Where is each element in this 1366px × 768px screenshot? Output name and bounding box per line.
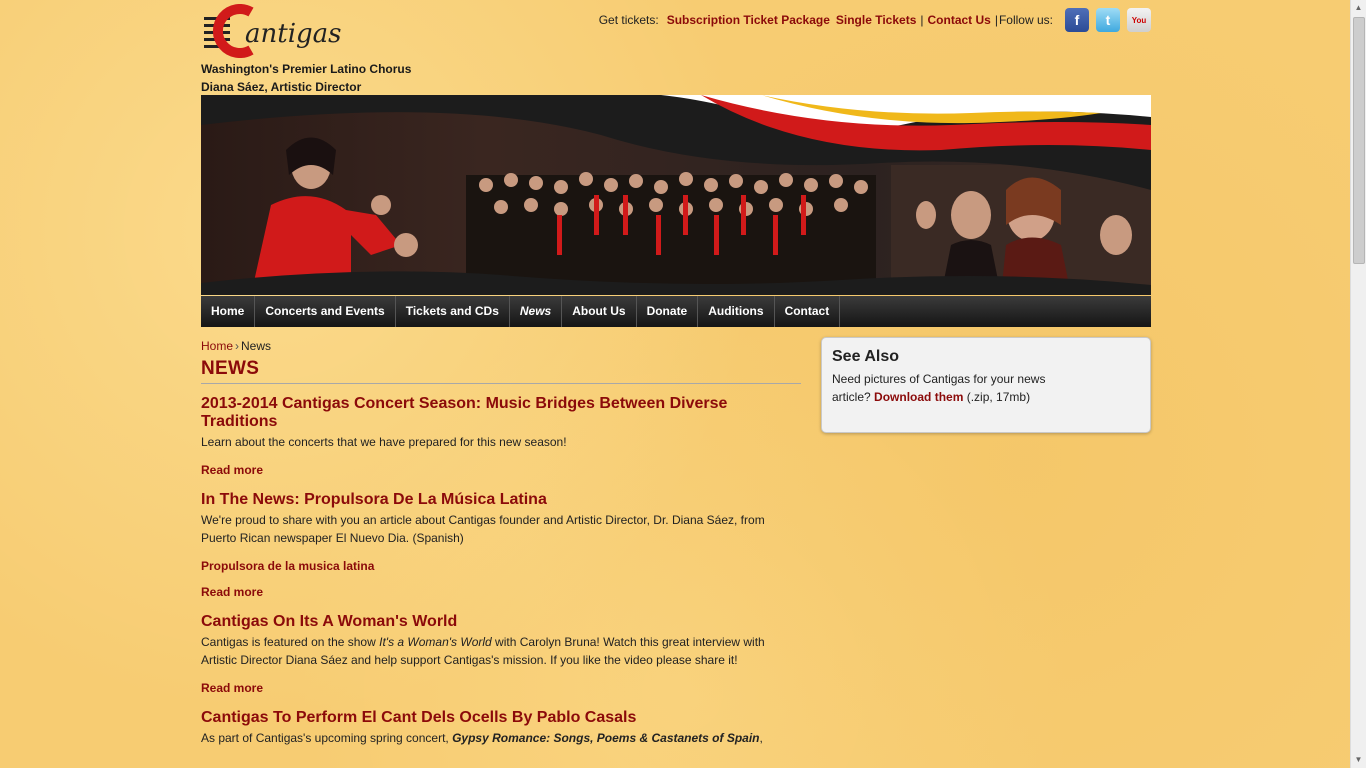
top-links: Get tickets: Subscription Ticket Package… xyxy=(599,7,1151,33)
single-tickets-link[interactable]: Single Tickets xyxy=(836,13,916,27)
read-more-link[interactable]: Read more xyxy=(201,681,801,695)
svg-text:antigas: antigas xyxy=(245,19,342,49)
breadcrumb-home[interactable]: Home xyxy=(201,339,233,353)
nav-donate[interactable]: Donate xyxy=(637,296,699,327)
news-post-title[interactable]: Cantigas To Perform El Cant Dels Ocells … xyxy=(201,709,801,727)
tagline-chorus: Washington's Premier Latino Chorus xyxy=(201,62,412,76)
news-post-title[interactable]: Cantigas On Its A Woman's World xyxy=(201,613,801,631)
banner-image xyxy=(201,95,1151,295)
tagline: Washington's Premier Latino Chorus Diana… xyxy=(201,60,411,96)
news-post-title-link[interactable]: In The News: Propulsora De La Música Lat… xyxy=(201,491,547,508)
body-text: As part of Cantigas's upcoming spring co… xyxy=(201,731,453,745)
body-text: Cantigas is featured on the show xyxy=(201,635,380,649)
scrollbar-thumb[interactable] xyxy=(1353,17,1365,264)
choir-group xyxy=(466,172,876,285)
news-post: Cantigas To Perform El Cant Dels Ocells … xyxy=(201,709,801,747)
see-also-text-post: (.zip, 17mb) xyxy=(963,390,1031,404)
news-post-title[interactable]: 2013-2014 Cantigas Concert Season: Music… xyxy=(201,395,801,431)
news-post: Cantigas On Its A Woman's World Cantigas… xyxy=(201,613,801,695)
facebook-icon[interactable]: f xyxy=(1065,8,1089,32)
news-post-title-link[interactable]: Cantigas To Perform El Cant Dels Ocells … xyxy=(201,709,636,726)
news-post-body: We're proud to share with you an article… xyxy=(201,513,765,545)
separator: | xyxy=(920,13,924,27)
news-post-body: As part of Cantigas's upcoming spring co… xyxy=(201,729,801,747)
title-divider xyxy=(201,383,801,384)
audience-group xyxy=(891,165,1151,295)
article-link[interactable]: Propulsora de la musica latina xyxy=(201,559,801,573)
nav-home[interactable]: Home xyxy=(201,296,256,327)
see-also-text: Need pictures of Cantigas for your news … xyxy=(832,370,1062,406)
breadcrumb: Home › News xyxy=(201,339,801,353)
page-title: NEWS xyxy=(201,358,260,379)
main-nav: Home Concerts and Events Tickets and CDs… xyxy=(201,296,1151,327)
read-more-link[interactable]: Read more xyxy=(201,463,801,477)
body-text: , xyxy=(759,731,763,745)
subscription-ticket-link[interactable]: Subscription Ticket Package xyxy=(667,13,830,27)
contact-us-link[interactable]: Contact Us xyxy=(928,13,991,27)
news-post: 2013-2014 Cantigas Concert Season: Music… xyxy=(201,395,801,477)
vertical-scrollbar[interactable]: ▲ ▼ xyxy=(1350,0,1366,768)
concert-title: Gypsy Romance: Songs, Poems & Castanets … xyxy=(452,731,760,745)
separator: | xyxy=(994,13,998,27)
nav-tickets-and-cds[interactable]: Tickets and CDs xyxy=(396,296,510,327)
nav-contact[interactable]: Contact xyxy=(775,296,841,327)
scroll-down-arrow-icon[interactable]: ▼ xyxy=(1351,752,1366,768)
news-post-title-link[interactable]: 2013-2014 Cantigas Concert Season: Music… xyxy=(201,395,727,430)
cantigas-logo[interactable]: antigas xyxy=(201,4,366,58)
nav-about-us[interactable]: About Us xyxy=(562,296,637,327)
see-also-title: See Also xyxy=(832,348,899,365)
twitter-icon[interactable]: t xyxy=(1096,8,1120,32)
news-post-title[interactable]: In The News: Propulsora De La Música Lat… xyxy=(201,491,801,509)
nav-news[interactable]: News xyxy=(510,296,563,327)
show-title: It's a Woman's World xyxy=(379,635,492,649)
follow-us-label: Follow us: xyxy=(998,13,1053,27)
news-post: In The News: Propulsora De La Música Lat… xyxy=(201,491,801,599)
social-links: f t You xyxy=(1065,8,1151,32)
scroll-up-arrow-icon[interactable]: ▲ xyxy=(1351,0,1366,16)
hero-banner xyxy=(201,95,1151,295)
breadcrumb-current: News xyxy=(241,339,272,353)
main-content: Home › News NEWS 2013-2014 Cantigas Concer… xyxy=(201,339,801,747)
youtube-icon[interactable]: You xyxy=(1127,8,1151,32)
see-also-box: See Also Need pictures of Cantigas for y… xyxy=(821,337,1151,433)
breadcrumb-separator: › xyxy=(235,339,240,353)
read-more-link[interactable]: Read more xyxy=(201,585,801,599)
get-tickets-label: Get tickets: xyxy=(598,13,659,27)
nav-auditions[interactable]: Auditions xyxy=(698,296,775,327)
news-post-body: Learn about the concerts that we have pr… xyxy=(201,435,567,449)
nav-concerts-and-events[interactable]: Concerts and Events xyxy=(255,296,396,327)
tagline-director: Diana Sáez, Artistic Director xyxy=(201,80,362,94)
news-post-body: Cantigas is featured on the show It's a … xyxy=(201,633,801,669)
download-them-link[interactable]: Download them xyxy=(874,390,963,404)
news-post-title-link[interactable]: Cantigas On Its A Woman's World xyxy=(201,613,457,630)
